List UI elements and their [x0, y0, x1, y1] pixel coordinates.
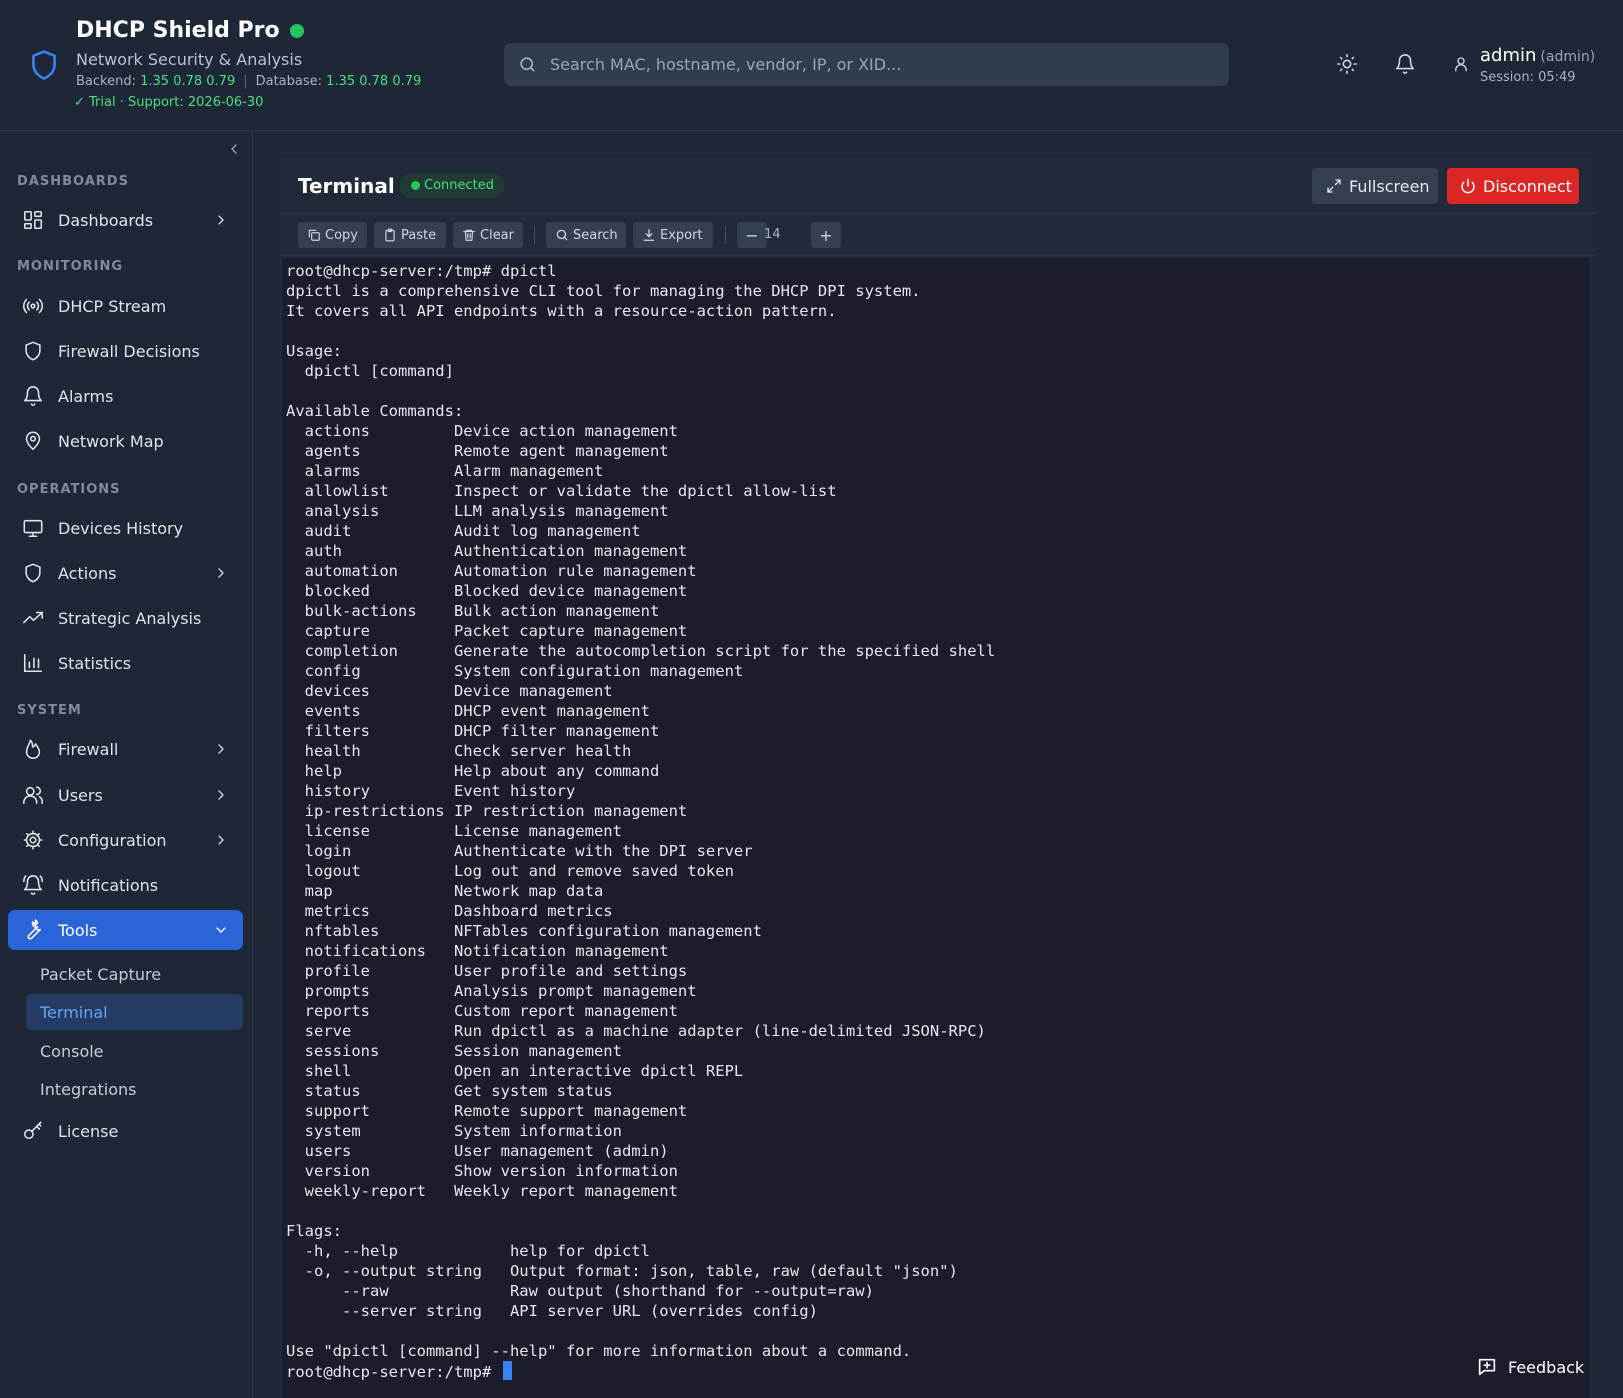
decrease-font-button[interactable]: −	[737, 222, 767, 248]
chevron-right-icon	[218, 790, 224, 800]
section-operations: OPERATIONS	[17, 482, 121, 497]
search-icon	[520, 57, 535, 72]
sidebar-item-firewall-decisions[interactable]: Firewall Decisions	[8, 331, 243, 371]
chevron-right-icon	[218, 215, 224, 225]
message-plus-icon	[1478, 1358, 1496, 1376]
user-menu[interactable]: admin (admin)	[1480, 45, 1595, 66]
section-dashboards: DASHBOARDS	[17, 174, 129, 189]
version-info: Backend: 1.35 0.78 0.79 | Database: 1.35 0…	[76, 74, 422, 89]
trash-icon	[463, 229, 475, 241]
shield-icon	[25, 563, 41, 583]
chevron-right-icon	[218, 835, 224, 845]
sidebar-item-tools[interactable]: Tools	[8, 910, 243, 950]
key-icon	[23, 1121, 42, 1140]
copy-icon	[308, 229, 320, 241]
app-subtitle: Network Security & Analysis	[76, 50, 303, 69]
terminal-cursor	[502, 1361, 512, 1380]
toolbar-divider	[725, 226, 726, 244]
clear-button[interactable]: Clear	[453, 222, 523, 248]
session-timer: Session: 05:49	[1480, 70, 1576, 85]
flame-icon	[25, 739, 41, 759]
sidebar-item-statistics[interactable]: Statistics	[8, 643, 243, 683]
export-button[interactable]: Export	[633, 222, 713, 248]
collapse-sidebar-icon[interactable]	[226, 141, 242, 157]
map-pin-icon	[25, 431, 41, 451]
chevron-down-icon	[216, 927, 226, 933]
sidebar-subitem-terminal[interactable]: Terminal	[26, 994, 243, 1030]
sun-icon	[1337, 54, 1357, 74]
terminal-screen[interactable]: root@dhcp-server:/tmp# dpictl dpictl is …	[282, 258, 1590, 1398]
terminal-panel: Terminal Connected Fullscreen Disconnect…	[280, 158, 1597, 1398]
sidebar-item-dashboards[interactable]: Dashboards	[8, 200, 243, 240]
monitor-icon	[23, 519, 43, 538]
sidebar-item-network-map[interactable]: Network Map	[8, 421, 243, 461]
bell-ring-icon	[23, 875, 43, 895]
search-input[interactable]	[504, 43, 1229, 86]
increase-font-button[interactable]: +	[811, 222, 841, 248]
sidebar-subitem-console[interactable]: Console	[26, 1033, 243, 1069]
feedback-button[interactable]: Feedback	[1476, 1353, 1584, 1381]
section-monitoring: MONITORING	[17, 259, 124, 274]
sidebar-item-users[interactable]: Users	[8, 775, 243, 815]
fullscreen-button[interactable]: Fullscreen	[1312, 168, 1438, 204]
users-icon	[23, 786, 43, 805]
user-icon	[1455, 57, 1467, 72]
terminal-toolbar: Copy Paste Clear Search Export − 14 +	[280, 215, 1597, 256]
gear-icon	[23, 830, 43, 850]
shield-icon	[25, 341, 41, 361]
online-status-dot	[289, 23, 304, 38]
top-header: DHCP Shield Pro Network Security & Analy…	[0, 0, 1623, 131]
sidebar-item-configuration[interactable]: Configuration	[8, 820, 243, 860]
chevron-right-icon	[218, 744, 224, 754]
notifications-button[interactable]	[1393, 52, 1417, 76]
sidebar-item-license[interactable]: License	[8, 1111, 243, 1151]
connection-status-badge: Connected	[400, 173, 505, 198]
sidebar-subitem-integrations[interactable]: Integrations	[26, 1071, 243, 1107]
sidebar-item-notifications[interactable]: Notifications	[8, 865, 243, 905]
disconnect-button[interactable]: Disconnect	[1447, 168, 1579, 204]
page-title: Terminal	[298, 174, 395, 198]
toolbar-divider	[534, 226, 535, 244]
font-size-value: 14	[764, 227, 781, 242]
copy-button[interactable]: Copy	[298, 222, 367, 248]
shield-logo-icon	[32, 50, 56, 80]
global-search[interactable]	[504, 43, 1229, 86]
sidebar-subitem-packet-capture[interactable]: Packet Capture	[26, 956, 243, 992]
terminal-prompt: root@dhcp-server:/tmp#	[286, 1363, 501, 1381]
grid-icon	[23, 210, 43, 230]
clipboard-icon	[385, 228, 395, 242]
sidebar: DASHBOARDS Dashboards MONITORING DHCP St…	[0, 131, 253, 1398]
bell-icon	[1395, 54, 1415, 74]
expand-icon	[1327, 179, 1341, 193]
chevron-right-icon	[218, 568, 224, 578]
sidebar-item-devices-history[interactable]: Devices History	[8, 508, 243, 548]
sidebar-item-strategic-analysis[interactable]: Strategic Analysis	[8, 598, 243, 638]
power-icon	[1461, 178, 1475, 194]
search-terminal-button[interactable]: Search	[546, 222, 626, 248]
bar-chart-icon	[23, 653, 43, 673]
broadcast-icon	[23, 298, 43, 314]
download-icon	[643, 229, 655, 241]
panel-header: Terminal Connected Fullscreen Disconnect	[280, 158, 1597, 214]
sidebar-item-firewall[interactable]: Firewall	[8, 729, 243, 769]
paste-button[interactable]: Paste	[374, 222, 446, 248]
trial-status: ✓ Trial · Support: 2026-06-30	[74, 95, 264, 110]
trending-up-icon	[23, 611, 43, 624]
terminal-output: root@dhcp-server:/tmp# dpictl dpictl is …	[286, 262, 996, 1381]
app-title: DHCP Shield Pro	[76, 18, 304, 43]
sidebar-item-actions[interactable]: Actions	[8, 553, 243, 593]
bell-icon	[23, 386, 43, 406]
section-system: SYSTEM	[17, 703, 82, 718]
sidebar-item-dhcp-stream[interactable]: DHCP Stream	[8, 286, 243, 326]
wrench-icon	[27, 919, 42, 940]
theme-toggle-button[interactable]	[1335, 52, 1359, 76]
search-icon	[556, 229, 568, 241]
sidebar-item-alarms[interactable]: Alarms	[8, 376, 243, 416]
